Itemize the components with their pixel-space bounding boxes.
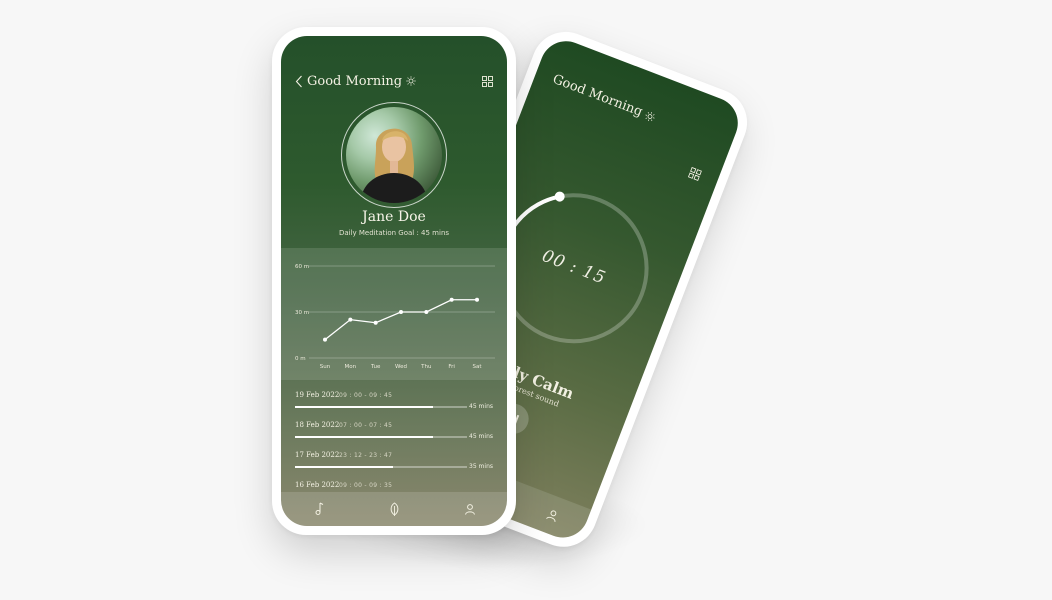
meditation-goal: Daily Meditation Goal : 45 mins [338, 229, 450, 237]
grid-icon[interactable] [687, 166, 702, 182]
x-tick-label: Fri [448, 364, 455, 370]
session-progress-fill [295, 406, 433, 408]
session-duration: 45 mins [469, 433, 493, 440]
y-tick-label: 60 m [295, 264, 309, 270]
series-line [324, 299, 477, 341]
data-point [348, 317, 353, 322]
music-note-icon[interactable] [313, 502, 325, 516]
data-point [399, 310, 403, 314]
sun-icon [406, 76, 416, 86]
profile-phone: Good Morning Jane Doe Daily Meditation G… [272, 27, 516, 535]
profile-screen: Good Morning Jane Doe Daily Meditation G… [281, 36, 507, 526]
x-tick-label: Wed [395, 364, 407, 370]
user-name: Jane Doe [362, 209, 426, 225]
user-icon[interactable] [464, 503, 476, 515]
sun-icon [644, 110, 657, 123]
data-point [323, 337, 327, 342]
line-chart: 0 m 30 m 60 m Sun Mon Tue Wed Thu Fri Sat [295, 264, 495, 370]
phone-frame: Good Morning Jane Doe Daily Meditation G… [272, 27, 516, 535]
player-greeting: Good Morning [550, 72, 657, 125]
data-point [449, 297, 454, 302]
session-date: 16 Feb 2022 [295, 481, 340, 489]
data-point [373, 320, 378, 325]
list-item[interactable]: 18 Feb 2022 07 : 00 - 07 : 45 45 mins [295, 421, 493, 451]
session-progress-track [295, 436, 467, 438]
greeting-text: Good Morning [307, 73, 403, 89]
top-bar: Good Morning [295, 71, 493, 91]
data-point [475, 297, 479, 302]
session-duration: 45 mins [469, 403, 493, 410]
session-progress-fill [295, 466, 394, 468]
data-point [424, 310, 429, 314]
x-tick-label: Thu [420, 364, 431, 370]
bottom-nav [281, 492, 507, 526]
timer-knob [554, 191, 565, 202]
x-tick-label: Tue [370, 364, 381, 370]
avatar-portrait [360, 128, 428, 203]
session-progress-fill [295, 436, 433, 438]
session-date: 19 Feb 2022 [295, 391, 340, 399]
leaf-icon[interactable] [388, 501, 401, 517]
profile-greeting: Good Morning [295, 74, 416, 89]
session-date: 17 Feb 2022 [295, 451, 340, 459]
avatar-ring [341, 102, 447, 208]
session-progress-track [295, 466, 467, 468]
x-tick-label: Sun [320, 364, 331, 370]
session-date: 18 Feb 2022 [295, 421, 340, 429]
session-time: 09 : 00 - 09 : 35 [339, 482, 393, 489]
grid-icon[interactable] [482, 75, 493, 87]
greeting-text: Good Morning [550, 71, 645, 120]
y-tick-label: 30 m [295, 310, 309, 316]
x-tick-label: Sat [472, 364, 482, 370]
session-progress-track [295, 406, 467, 408]
list-item[interactable]: 17 Feb 2022 23 : 12 - 23 : 47 35 mins [295, 451, 493, 481]
chevron-left-icon[interactable] [295, 75, 303, 88]
list-item[interactable]: 19 Feb 2022 09 : 00 - 09 : 45 45 mins [295, 391, 493, 421]
session-duration: 35 mins [469, 463, 493, 470]
y-tick-label: 0 m [295, 356, 306, 362]
session-time: 23 : 12 - 23 : 47 [339, 452, 393, 459]
avatar[interactable] [346, 107, 442, 203]
session-time: 09 : 00 - 09 : 45 [339, 392, 393, 399]
session-time: 07 : 00 - 07 : 45 [339, 422, 393, 429]
weekly-chart: 0 m 30 m 60 m Sun Mon Tue Wed Thu Fri Sat [281, 248, 507, 380]
user-icon[interactable] [544, 507, 560, 523]
x-tick-label: Mon [345, 364, 357, 370]
